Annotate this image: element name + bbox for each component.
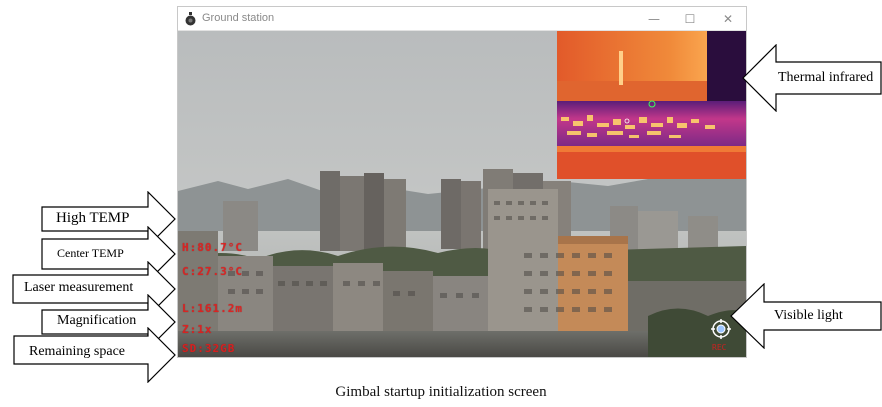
osd-center-temp: C:27.3°C — [182, 265, 243, 278]
record-status: REC — [712, 343, 727, 352]
callout-label: Visible light — [774, 308, 843, 323]
title-bar[interactable]: Ground station — ☐ ✕ — [178, 7, 746, 31]
callout-label: Center TEMP — [57, 246, 124, 260]
visible-light-video[interactable]: H:80.7°C C:27.3°C L:161.2m Z:1x SD:32GB … — [178, 31, 746, 357]
thermal-infrared-video[interactable] — [557, 31, 746, 179]
osd-magnification: Z:1x — [182, 323, 213, 336]
thermal-image — [557, 31, 746, 179]
callout-thermal-infrared: Thermal infrared — [742, 44, 882, 112]
osd-high-temp: H:80.7°C — [182, 241, 243, 254]
callout-label: High TEMP — [56, 210, 130, 226]
ground-station-window: Ground station — ☐ ✕ H:80.7°C C:27.3°C L… — [177, 6, 747, 358]
callout-label: Remaining space — [29, 344, 126, 359]
maximize-button[interactable]: ☐ — [678, 10, 702, 28]
figure-caption: Gimbal startup initialization screen — [335, 384, 547, 400]
close-button[interactable]: ✕ — [716, 10, 740, 28]
osd-laser-distance: L:161.2m — [182, 302, 243, 315]
osd-remaining-space: SD:32GB — [182, 342, 236, 355]
minimize-button[interactable]: — — [642, 10, 666, 28]
crosshair-icon[interactable] — [711, 319, 731, 339]
callout-visible-light: Visible light — [730, 283, 882, 349]
gimbal-icon — [185, 12, 196, 26]
window-title: Ground station — [202, 12, 275, 24]
callout-label: Thermal infrared — [778, 70, 874, 85]
callout-remaining-space: Remaining space — [13, 327, 176, 383]
